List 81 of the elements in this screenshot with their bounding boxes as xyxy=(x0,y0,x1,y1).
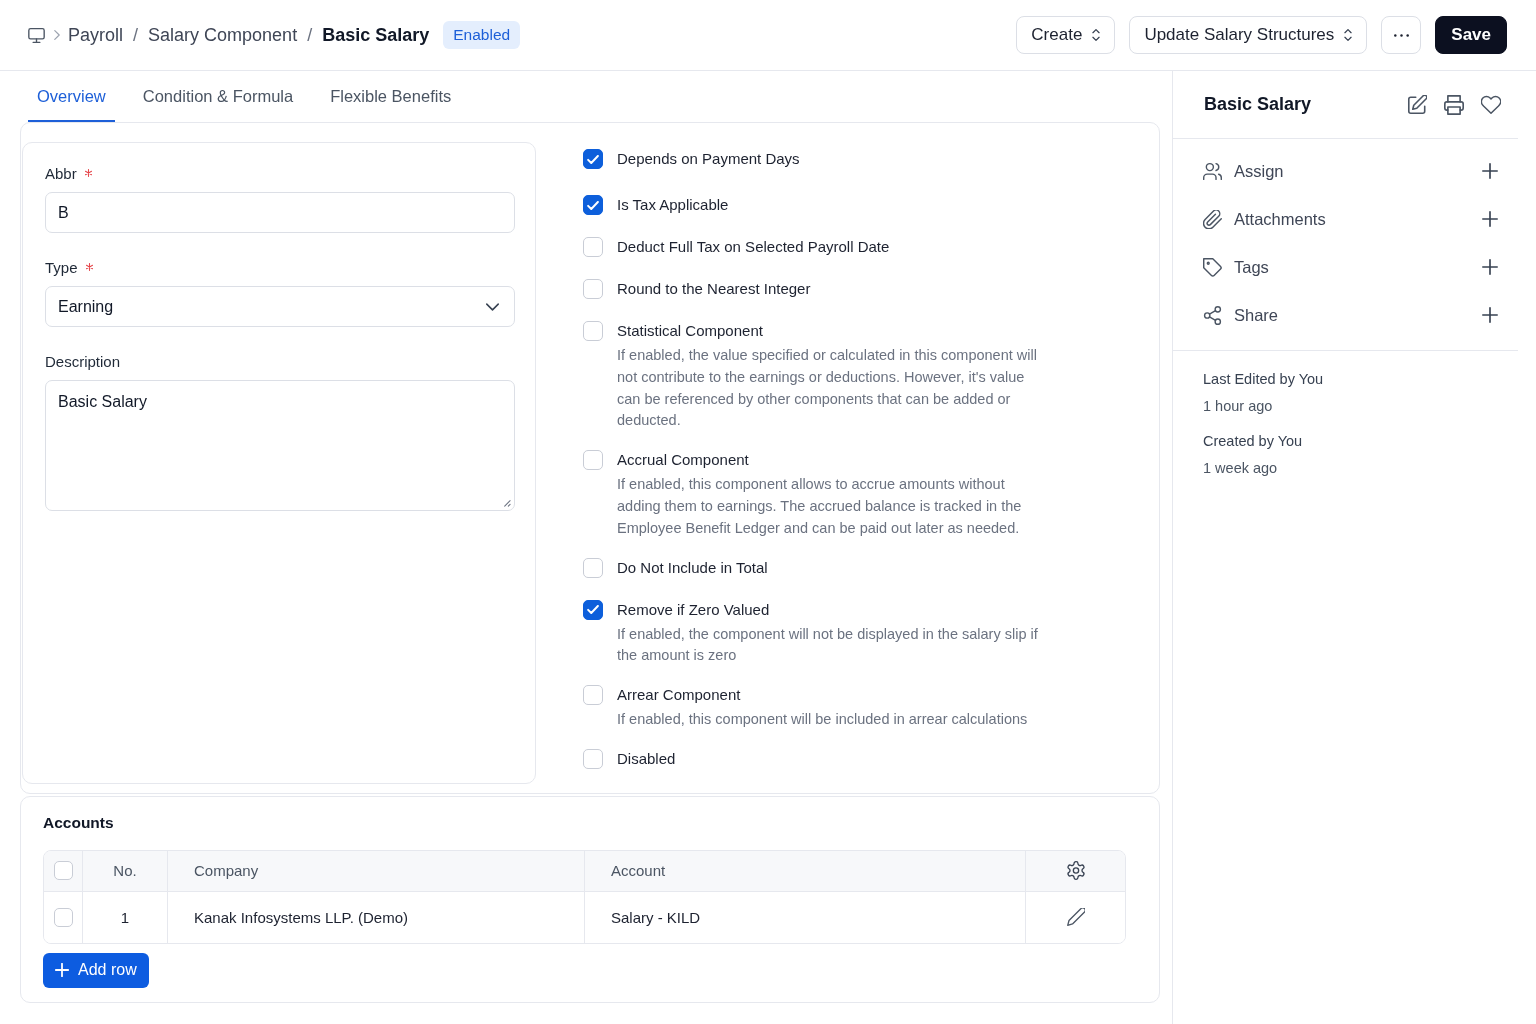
checkbox[interactable] xyxy=(583,149,603,169)
activity-time: 1 week ago xyxy=(1203,459,1279,478)
checkmark-icon xyxy=(587,154,599,164)
checkbox-label: Round to the Nearest Integer xyxy=(617,279,811,299)
column-header: Account xyxy=(585,850,1026,891)
chevron-right-icon xyxy=(54,30,60,40)
checkbox-label: Is Tax Applicable xyxy=(617,195,729,215)
field-label: Abbr xyxy=(45,164,77,182)
field-label: Description xyxy=(45,352,121,370)
sidebar-action[interactable]: Tags xyxy=(1203,257,1269,277)
tab[interactable]: Flexible Benefits xyxy=(321,71,461,122)
select-field[interactable]: Earning xyxy=(45,286,515,327)
sidebar-action[interactable]: Attachments xyxy=(1203,209,1326,229)
table-cell: Kanak Infosystems LLP. (Demo) xyxy=(168,891,585,943)
add-button[interactable] xyxy=(1482,211,1498,227)
page-title: Basic Salary xyxy=(322,24,430,46)
dropdown-button[interactable]: Update Salary Structures xyxy=(1129,16,1368,54)
tab[interactable]: Condition & Formula xyxy=(133,71,303,122)
breadcrumb-link[interactable]: Salary Component xyxy=(148,24,298,46)
resize-handle-icon[interactable] xyxy=(502,498,511,507)
help-text: If enabled, this component will be included in arrear calculations xyxy=(617,710,1028,730)
checkbox-label: Arrear Component xyxy=(617,685,741,706)
column-header: Company xyxy=(168,850,585,891)
table-cell: 1 xyxy=(83,891,168,943)
monitor-icon[interactable] xyxy=(28,27,45,43)
breadcrumb-link[interactable]: Payroll xyxy=(68,24,124,46)
add-row-button[interactable]: Add row xyxy=(43,952,149,988)
checkbox-label: Depends on Payment Days xyxy=(617,149,800,169)
checkbox-label: Accrual Component xyxy=(617,450,749,471)
add-button[interactable] xyxy=(1482,307,1498,323)
field-label: Type xyxy=(45,258,78,276)
checkbox[interactable] xyxy=(583,599,603,620)
edit-icon[interactable] xyxy=(1407,94,1427,115)
table-cell: Salary - KILD xyxy=(585,891,1026,943)
checkbox-label: Do Not Include in Total xyxy=(617,557,768,578)
pencil-icon[interactable] xyxy=(1066,908,1085,927)
settings-icon[interactable] xyxy=(1066,861,1085,881)
column-header: No. xyxy=(83,850,168,891)
plus-icon xyxy=(1482,307,1498,323)
activity-time: 1 hour ago xyxy=(1203,397,1274,416)
tag-icon xyxy=(1203,257,1222,277)
sidebar-action[interactable]: Assign xyxy=(1203,161,1284,181)
dropdown-button[interactable]: Create xyxy=(1016,16,1116,54)
plus-icon xyxy=(1482,163,1498,179)
textarea-field[interactable]: Basic Salary xyxy=(45,380,515,511)
checkbox-label: Deduct Full Tax on Selected Payroll Date xyxy=(617,237,890,257)
activity-text: Created by You xyxy=(1203,432,1304,451)
add-button[interactable] xyxy=(1482,163,1498,179)
row-checkbox[interactable] xyxy=(53,907,73,927)
checkbox-label: Remove if Zero Valued xyxy=(617,599,770,620)
checkbox-label: Disabled xyxy=(617,748,676,769)
plus-icon xyxy=(1482,259,1498,275)
add-button[interactable] xyxy=(1482,259,1498,275)
paperclip-icon xyxy=(1203,209,1222,229)
help-text: If enabled, this component allows to accrue amounts without adding them to earnings. The accrued balance is tracked in the Employee Benefit Ledger and can be paid out later as needed. xyxy=(617,475,1023,538)
users-icon xyxy=(1203,161,1222,181)
checkmark-icon xyxy=(587,200,599,210)
section-title: Accounts xyxy=(43,812,115,833)
sidebar-title: Basic Salary xyxy=(1204,94,1312,115)
checkbox-label: Statistical Component xyxy=(617,321,763,341)
text-input[interactable]: B xyxy=(45,192,515,233)
heart-icon[interactable] xyxy=(1481,94,1501,115)
help-text: If enabled, the value specified or calculated in this component will not contribute to the earnings or deductions. However, it's value can be referenced by other components that can be added or deducted. xyxy=(617,346,1038,431)
status-badge: Enabled xyxy=(443,21,521,49)
breadcrumb-separator: / xyxy=(133,24,139,46)
share-icon xyxy=(1203,305,1222,325)
help-text: If enabled, the component will not be displayed in the salary slip if the amount is zero xyxy=(617,624,1039,666)
save-button[interactable]: Save xyxy=(1435,16,1507,54)
plus-icon xyxy=(55,963,69,978)
checkmark-icon xyxy=(587,605,599,615)
chevron-updown-icon xyxy=(1092,29,1101,41)
select-all-checkbox[interactable] xyxy=(53,861,73,881)
checkbox[interactable] xyxy=(583,195,603,215)
chevron-updown-icon xyxy=(1344,29,1353,41)
more-icon xyxy=(1393,33,1409,37)
breadcrumb-separator: / xyxy=(307,24,313,46)
sidebar-action[interactable]: Share xyxy=(1203,305,1279,325)
chevron-down-icon xyxy=(486,302,499,311)
plus-icon xyxy=(1482,211,1498,227)
printer-icon[interactable] xyxy=(1444,94,1464,115)
activity-text: Last Edited by You xyxy=(1203,370,1325,389)
